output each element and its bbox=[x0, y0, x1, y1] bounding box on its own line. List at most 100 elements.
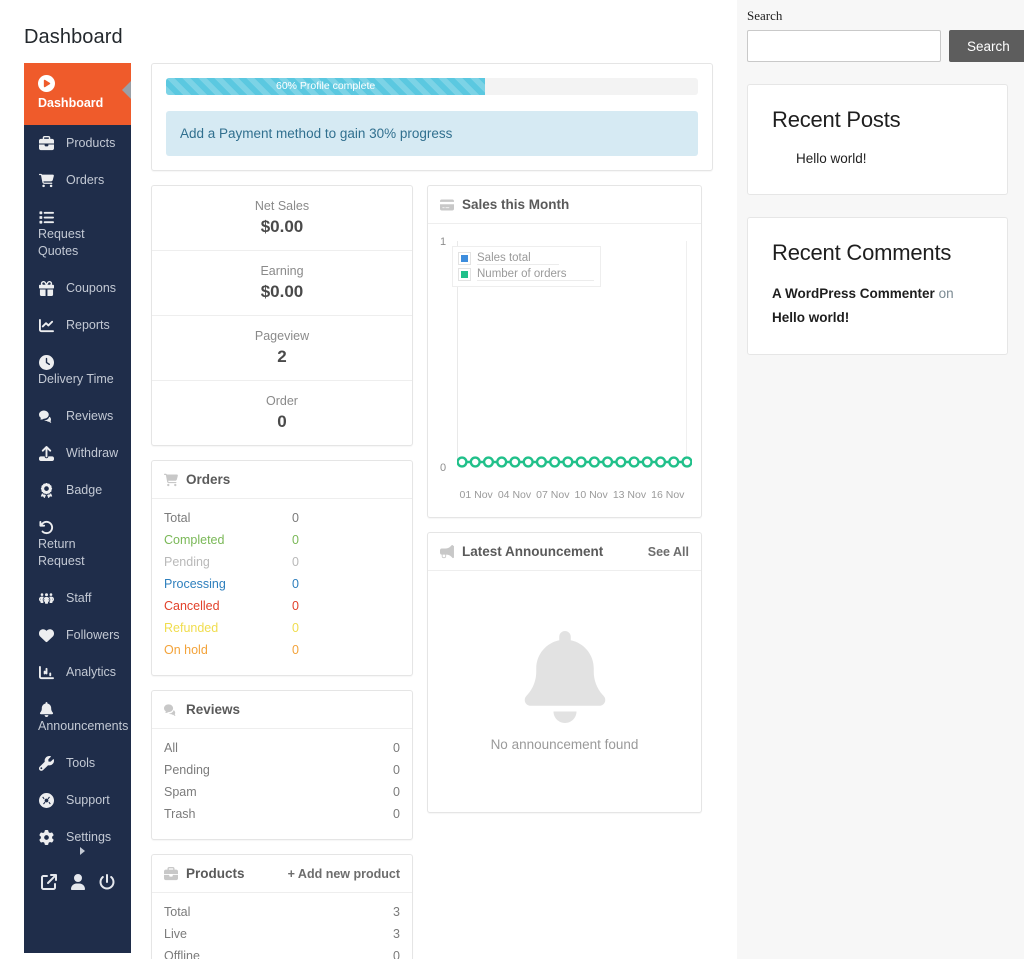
stat-line-value: 0 bbox=[393, 807, 400, 821]
briefcase-icon bbox=[38, 135, 55, 152]
stat-line-label: Offline bbox=[164, 949, 200, 959]
reviews-card-header: Reviews bbox=[152, 691, 412, 729]
stat-value: $0.00 bbox=[260, 282, 304, 301]
stat-line-label: Live bbox=[164, 927, 187, 941]
sidebar-item-announcements[interactable]: Announcements bbox=[24, 691, 131, 745]
search-widget: Search Search bbox=[747, 8, 1024, 62]
legend-item: Sales total bbox=[458, 252, 594, 265]
stat-line-label: Processing bbox=[164, 577, 226, 591]
x-axis-tick-labels: 01 Nov 04 Nov 07 Nov 10 Nov 13 Nov 16 Nov bbox=[457, 489, 687, 501]
stat-line: Pending 0 bbox=[164, 551, 400, 573]
recent-posts-widget: Recent Posts Hello world! bbox=[747, 84, 1008, 195]
stat-line-value: 0 bbox=[292, 599, 299, 613]
sidebar-item-return-request[interactable]: Return Request bbox=[24, 509, 131, 580]
profile-progress-bar: 60% Profile complete bbox=[166, 78, 698, 95]
bell-icon bbox=[519, 631, 611, 723]
power-icon[interactable] bbox=[99, 874, 115, 890]
external-link-icon[interactable] bbox=[40, 874, 57, 890]
stat-line-value: 3 bbox=[393, 927, 400, 941]
comment-author[interactable]: A WordPress Commenter bbox=[772, 286, 935, 301]
sidebar-item-label: Support bbox=[66, 793, 110, 807]
comment-post-link[interactable]: Hello world! bbox=[772, 310, 849, 325]
orders-card-title: Orders bbox=[186, 472, 231, 487]
see-all-announcements-link[interactable]: See All bbox=[648, 545, 689, 559]
wrench-icon bbox=[38, 755, 55, 772]
recent-post-item[interactable]: Hello world! bbox=[772, 147, 983, 170]
recent-posts-list: Hello world! bbox=[772, 147, 983, 170]
sidebar-item-label: Dashboard bbox=[38, 96, 104, 110]
sidebar-item-dashboard[interactable]: Dashboard bbox=[24, 63, 131, 125]
products-card-title: Products bbox=[186, 866, 245, 881]
clock-icon bbox=[38, 354, 55, 371]
legend-swatch-sales-total bbox=[458, 252, 471, 265]
gift-icon bbox=[38, 280, 55, 297]
gear-icon bbox=[38, 829, 55, 846]
payment-method-notice: Add a Payment method to gain 30% progres… bbox=[166, 111, 698, 156]
legend-swatch-number-of-orders bbox=[458, 268, 471, 281]
vendor-sidebar: Dashboard Products Orders Request Quotes Cou… bbox=[24, 63, 131, 953]
content-row: Dashboard Products Orders Request Quotes Cou… bbox=[0, 63, 737, 959]
add-new-product-link[interactable]: + Add new product bbox=[288, 867, 400, 881]
sales-chart: 1 0 Sales total Number of orders 01 Nov … bbox=[440, 234, 689, 509]
megaphone-icon bbox=[440, 544, 454, 559]
sidebar-item-orders[interactable]: Orders bbox=[24, 162, 131, 199]
sidebar-item-analytics[interactable]: Analytics bbox=[24, 654, 131, 691]
stat-line-label: Total bbox=[164, 511, 191, 525]
sales-chart-body: 1 0 Sales total Number of orders 01 Nov … bbox=[428, 224, 701, 517]
sidebar-item-settings[interactable]: Settings bbox=[24, 819, 131, 856]
dashboard-page: Dashboard Dashboard Products Orders Request… bbox=[0, 0, 1024, 959]
products-card: Products + Add new product Total 3 Live 3 Of… bbox=[151, 854, 413, 959]
stat-row: Order 0 bbox=[152, 381, 412, 445]
chart-legend: Sales total Number of orders bbox=[452, 246, 602, 287]
stat-line-value: 0 bbox=[393, 741, 400, 755]
stat-line-value: 0 bbox=[292, 577, 299, 591]
summary-stats-card: Net Sales $0.00 Earning $0.00 Pageview 2 Order… bbox=[151, 185, 413, 446]
sidebar-item-products[interactable]: Products bbox=[24, 125, 131, 162]
user-icon[interactable] bbox=[70, 874, 86, 890]
stat-line: Completed 0 bbox=[164, 529, 400, 551]
sidebar-item-label: Reviews bbox=[66, 409, 114, 423]
stat-line-label: All bbox=[164, 741, 178, 755]
sidebar-item-label: Settings bbox=[66, 830, 112, 844]
legend-item: Number of orders bbox=[458, 268, 595, 281]
stat-line-value: 0 bbox=[292, 643, 299, 657]
stat-line: Live 3 bbox=[164, 923, 400, 945]
page-title: Dashboard bbox=[24, 26, 123, 48]
sidebar-item-request-quotes[interactable]: Request Quotes bbox=[24, 199, 131, 270]
main-content-area: Dashboard Dashboard Products Orders Request… bbox=[0, 0, 737, 959]
stat-line: All 0 bbox=[164, 737, 400, 759]
orders-card-body: Total 0 Completed 0 Pending 0 Processing 0 Cance… bbox=[152, 499, 412, 675]
search-input[interactable] bbox=[747, 30, 941, 62]
sidebar-item-badge[interactable]: Badge bbox=[24, 472, 131, 509]
sidebar-item-support[interactable]: Support bbox=[24, 782, 131, 819]
right-sidebar-panel: Search Search Recent Posts Hello world! … bbox=[737, 0, 1024, 959]
orders-card-header: Orders bbox=[152, 461, 412, 499]
stat-line-label: Completed bbox=[164, 533, 225, 547]
sidebar-item-withdraw[interactable]: Withdraw bbox=[24, 435, 131, 472]
announcement-card-header: Latest Announcement See All bbox=[428, 533, 701, 571]
sales-card-header: Sales this Month bbox=[428, 186, 701, 224]
stat-line-label: Total bbox=[164, 905, 191, 919]
users-icon bbox=[38, 590, 55, 607]
sidebar-item-delivery-time[interactable]: Delivery Time bbox=[24, 344, 131, 398]
sidebar-item-coupons[interactable]: Coupons bbox=[24, 270, 131, 307]
x-tick-label: 07 Nov bbox=[536, 489, 570, 501]
stat-value: 0 bbox=[277, 412, 287, 431]
orders-card: Orders Total 0 Completed 0 Pending 0 Processin… bbox=[151, 460, 413, 676]
chevron-right-icon[interactable] bbox=[80, 847, 85, 855]
x-tick-label: 04 Nov bbox=[497, 489, 532, 501]
sidebar-item-tools[interactable]: Tools bbox=[24, 745, 131, 782]
sidebar-item-label: Staff bbox=[66, 591, 92, 605]
sidebar-item-label: Analytics bbox=[66, 665, 117, 679]
search-button[interactable]: Search bbox=[949, 30, 1024, 62]
sidebar-item-reviews[interactable]: Reviews bbox=[24, 398, 131, 435]
sidebar-item-followers[interactable]: Followers bbox=[24, 617, 131, 654]
stat-row: Pageview 2 bbox=[152, 316, 412, 381]
stat-label: Order bbox=[266, 394, 298, 408]
stat-value: 2 bbox=[277, 347, 287, 366]
y-axis-tick-max: 1 bbox=[440, 236, 447, 248]
stat-line-label: Cancelled bbox=[164, 599, 220, 613]
sidebar-item-reports[interactable]: Reports bbox=[24, 307, 131, 344]
stat-line-label: On hold bbox=[164, 643, 208, 657]
sidebar-item-staff[interactable]: Staff bbox=[24, 580, 131, 617]
